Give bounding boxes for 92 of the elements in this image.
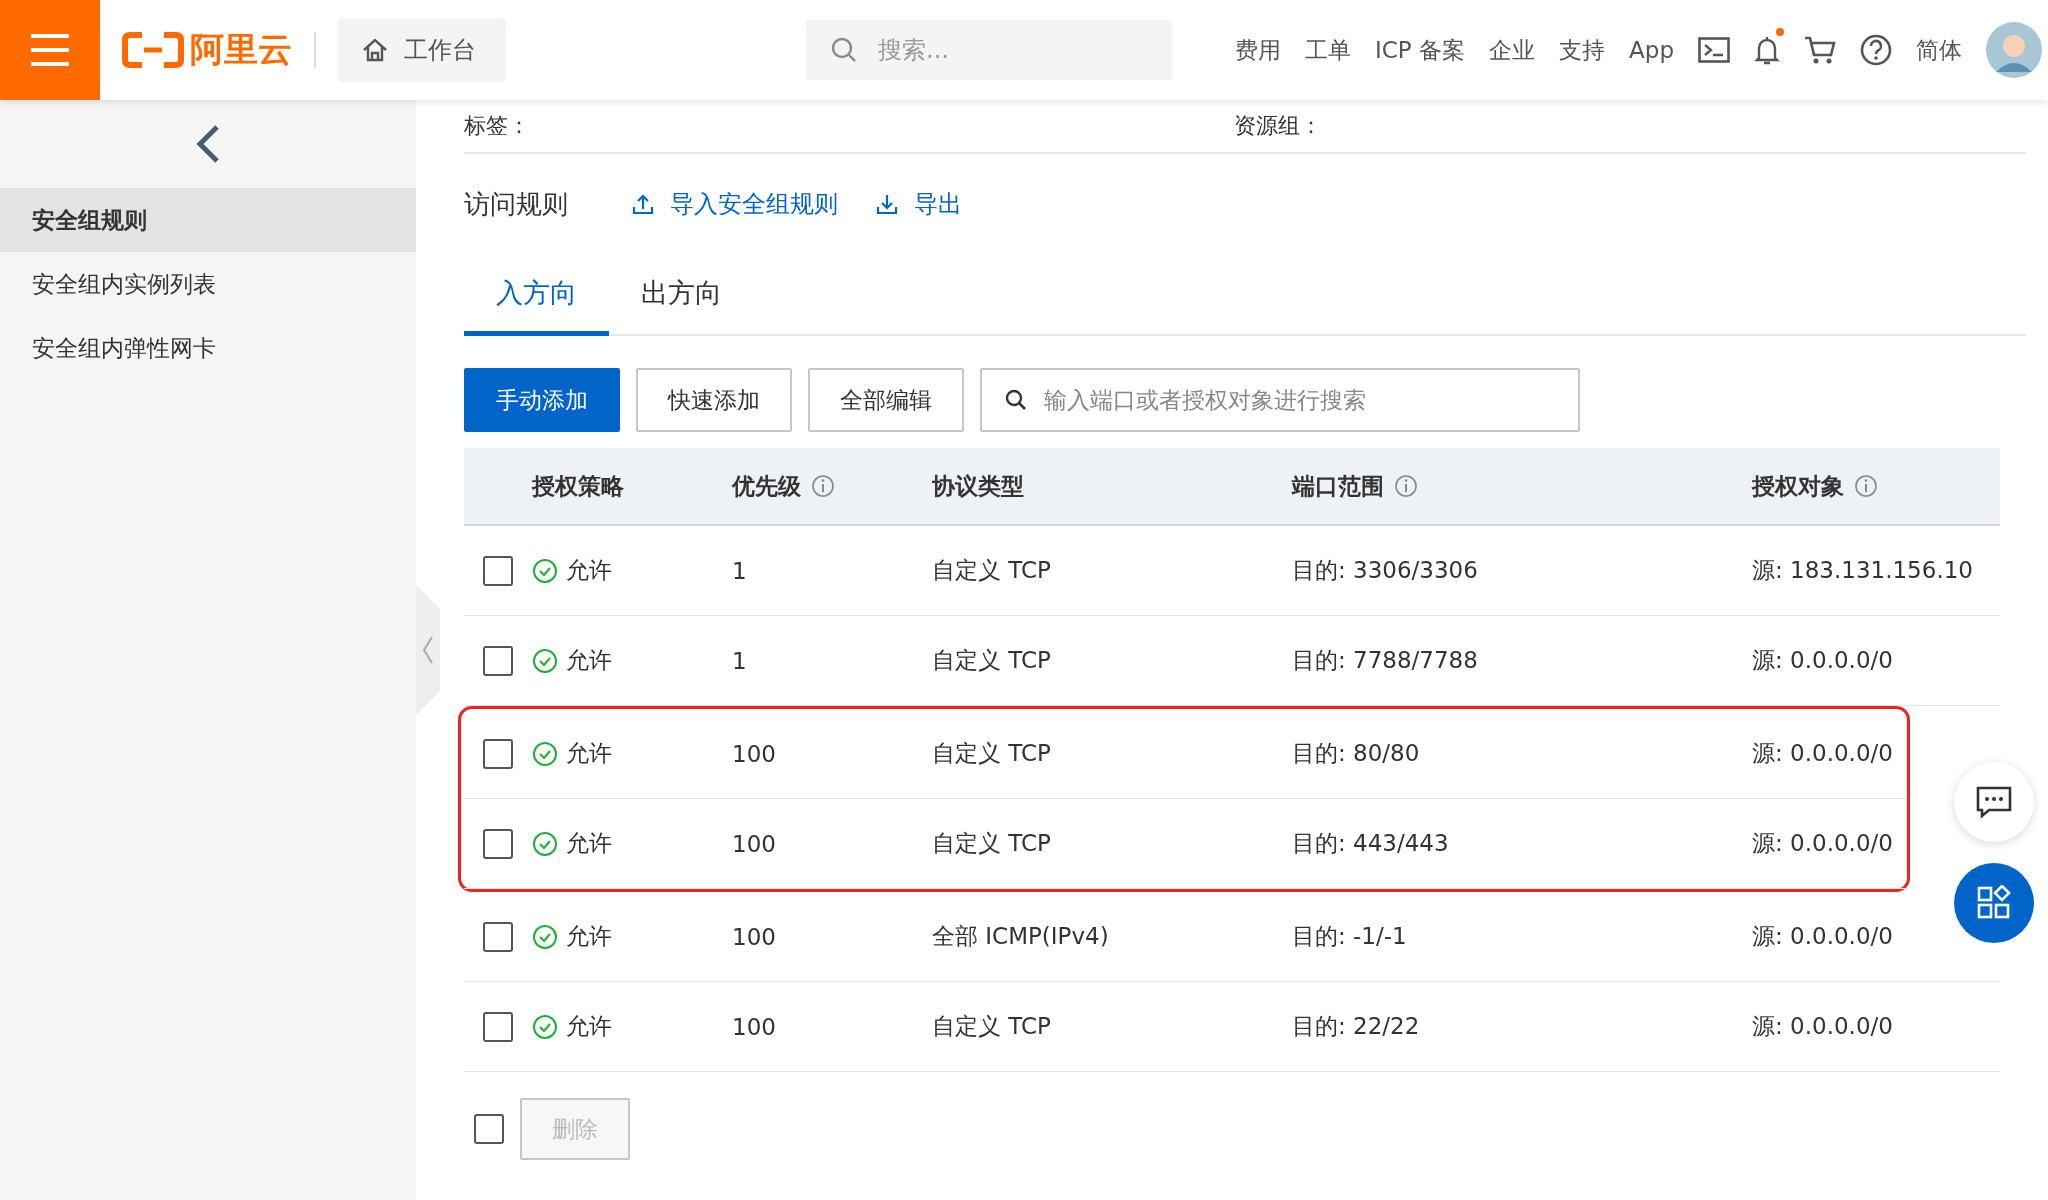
table-cell-text: 源: 0.0.0.0/0 — [1752, 739, 1893, 768]
table-cell: 1 — [732, 557, 747, 584]
tab[interactable]: 出方向 — [609, 254, 754, 336]
checkbox[interactable] — [483, 828, 513, 859]
info-icon[interactable] — [811, 474, 835, 498]
table-cell-text: 源: 0.0.0.0/0 — [1752, 922, 1893, 951]
search-field[interactable]: 输入端口或者授权对象进行搜索 — [980, 368, 1580, 432]
table-cell-text: 源: 0.0.0.0/0 — [1752, 646, 1893, 675]
search-field[interactable]: 搜索... — [806, 20, 1172, 80]
table-cell-text: 目的: 3306/3306 — [1292, 556, 1478, 585]
sidebar-item[interactable]: 安全组内实例列表 — [0, 252, 416, 316]
chat-button[interactable] — [1954, 762, 2034, 842]
chat-icon — [1975, 785, 2013, 819]
table-cell-text: 允许 — [566, 922, 612, 951]
select-all-checkbox[interactable] — [474, 1114, 504, 1144]
table-cell: 100 — [732, 830, 776, 857]
checkbox[interactable] — [483, 555, 513, 586]
table-cell-text: 源: 183.131.156.10 — [1752, 556, 1973, 585]
column-header: 优先级 — [732, 471, 801, 501]
chevron-left-icon — [422, 635, 434, 665]
terminal-icon[interactable] — [1698, 37, 1730, 63]
check-circle-icon — [532, 830, 558, 857]
check-circle-icon — [532, 740, 558, 767]
table-cell-text: 源: 0.0.0.0/0 — [1752, 1012, 1893, 1041]
collapse-icon[interactable] — [195, 124, 221, 164]
check-circle-icon — [532, 557, 558, 584]
table-cell: 自定义 TCP — [932, 647, 1051, 673]
table-cell: 100 — [732, 740, 776, 767]
toolbar-button[interactable]: 快速添加 — [636, 368, 792, 432]
check-circle-icon — [532, 923, 558, 950]
table-cell: 1 — [732, 647, 747, 674]
check-circle-icon — [532, 1013, 558, 1040]
table-cell-text: 允许 — [566, 556, 612, 585]
upload-icon — [632, 193, 654, 215]
apps-icon — [1976, 885, 2012, 921]
info-icon[interactable] — [1854, 474, 1878, 498]
nav-link[interactable]: ICP 备案 — [1375, 34, 1466, 66]
download-icon — [876, 193, 898, 215]
table-cell: 全部 ICMP(IPv4) — [932, 923, 1109, 949]
table-cell-text: 允许 — [566, 739, 612, 768]
table-cell: 自定义 TCP — [932, 1013, 1051, 1039]
info-icon[interactable] — [1394, 474, 1418, 498]
checkbox[interactable] — [483, 738, 513, 769]
nav-link[interactable]: 企业 — [1489, 34, 1536, 66]
home-icon — [362, 38, 388, 62]
search-icon — [830, 36, 858, 64]
tab[interactable]: 入方向 — [464, 254, 609, 336]
nav-link[interactable]: 支持 — [1559, 34, 1606, 66]
section-title: 访问规则 — [464, 187, 568, 221]
column-header: 授权策略 — [532, 471, 624, 501]
nav-link[interactable]: 费用 — [1235, 34, 1282, 66]
action-link[interactable]: 导出 — [876, 188, 962, 220]
sidebar-item[interactable]: 安全组规则 — [0, 188, 416, 252]
nav-link[interactable]: 工单 — [1305, 34, 1352, 66]
avatar-icon[interactable] — [1986, 22, 2042, 78]
toolbar-button[interactable]: 手动添加 — [464, 368, 620, 432]
table-cell-text: 目的: 80/80 — [1292, 739, 1420, 768]
checkbox[interactable] — [483, 645, 513, 676]
table-cell: 自定义 TCP — [932, 740, 1051, 766]
help-icon[interactable] — [1860, 34, 1892, 66]
action-link[interactable]: 导入安全组规则 — [632, 188, 838, 220]
cart-icon[interactable] — [1804, 35, 1836, 65]
menu-button[interactable] — [0, 0, 100, 100]
field-label: 标签： — [464, 112, 531, 140]
menu-icon — [29, 33, 71, 67]
table-cell: 100 — [732, 1013, 776, 1040]
check-circle-icon — [532, 647, 558, 674]
table-cell-text: 源: 0.0.0.0/0 — [1752, 829, 1893, 858]
table-cell-text: 目的: -1/-1 — [1292, 922, 1407, 951]
table-cell: 100 — [732, 923, 776, 950]
column-header: 授权对象 — [1752, 471, 1844, 501]
table-cell: 自定义 TCP — [932, 830, 1051, 856]
column-header: 协议类型 — [932, 472, 1024, 499]
table-cell: 自定义 TCP — [932, 557, 1051, 583]
logo-icon — [122, 32, 184, 68]
table-cell-text: 目的: 22/22 — [1292, 1012, 1420, 1041]
checkbox[interactable] — [483, 921, 513, 952]
search-icon — [1004, 388, 1028, 412]
table-cell-text: 允许 — [566, 829, 612, 858]
bell-icon[interactable] — [1754, 34, 1780, 66]
toolbar-button[interactable]: 全部编辑 — [808, 368, 964, 432]
table-cell-text: 允许 — [566, 646, 612, 675]
column-header: 端口范围 — [1292, 471, 1384, 501]
nav-link[interactable]: App — [1629, 37, 1674, 63]
language-link[interactable]: 简体 — [1916, 34, 1962, 66]
table-cell-text: 目的: 443/443 — [1292, 829, 1449, 858]
workbench-button[interactable]: 工作台 — [338, 18, 506, 82]
table-cell-text: 允许 — [566, 1012, 612, 1041]
field-label: 资源组： — [1234, 112, 1322, 140]
checkbox[interactable] — [483, 1011, 513, 1042]
table-cell-text: 目的: 7788/7788 — [1292, 646, 1478, 675]
sidebar-item[interactable]: 安全组内弹性网卡 — [0, 316, 416, 380]
